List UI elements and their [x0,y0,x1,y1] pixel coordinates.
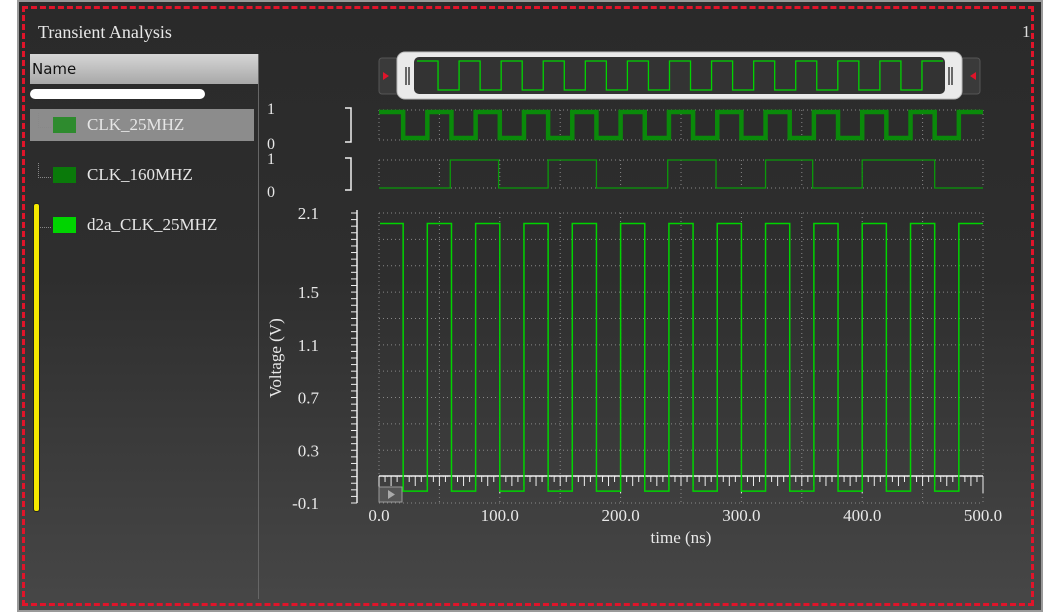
y-tick-label: 2.1 [298,204,319,223]
tree-connector-icon [38,163,51,178]
y-tick-label: 0.3 [298,441,319,460]
tree-connector-icon [38,113,51,128]
color-swatch-icon [53,217,76,233]
digital-high-label: 1 [267,151,275,168]
x-tick-label: 400.0 [843,506,881,525]
x-tick-label: 500.0 [964,506,1002,525]
y-tick-label: 0.7 [298,389,320,408]
x-tick-label: 200.0 [601,506,639,525]
selection-marker [33,203,40,512]
color-swatch-icon [53,117,76,133]
digital-axis-bracket [345,157,352,191]
signal-name: CLK_25MHZ [87,115,185,134]
digital-axis-bracket [345,107,352,143]
color-swatch-icon [53,167,76,183]
signal-name: CLK_160MHZ [87,165,193,184]
y-tick-label: 1.5 [298,283,319,302]
y-tick-label: 1.1 [298,336,319,355]
name-column-header[interactable]: Name [30,54,258,84]
waveform-plot[interactable]: 10102.11.51.10.70.3-0.1Voltage (V)0.0 100… [259,40,1019,600]
signal-name: d2a_CLK_25MHZ [87,215,218,234]
filter-bar[interactable] [30,89,205,99]
signal-row-d2a-clk-25mhz[interactable]: d2a_CLK_25MHZ [30,209,254,241]
signal-row-clk-160mhz[interactable]: CLK_160MHZ [30,159,254,191]
y-axis-label: Voltage (V) [266,318,285,397]
x-tick-label: 0.0 [368,506,389,525]
page-number: 1 [1022,22,1031,41]
x-axis-label: time (ns) [651,528,712,547]
signal-row-clk-25mhz[interactable]: CLK_25MHZ [30,109,254,141]
digital-low-label: 0 [267,184,275,201]
y-tick-label: -0.1 [292,494,319,513]
x-tick-label: 100.0 [481,506,519,525]
digital-high-label: 1 [267,101,275,118]
x-tick-label: 300.0 [722,506,760,525]
window-title: Transient Analysis [38,22,172,42]
overview-viewport [414,57,945,94]
